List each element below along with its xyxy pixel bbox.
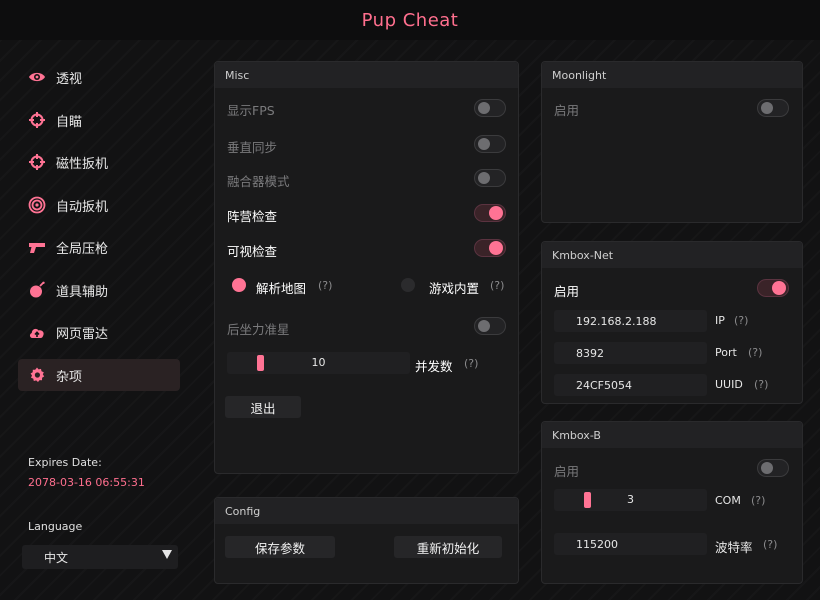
kmbox-net-enable-label: 启用 (554, 284, 580, 299)
cloud-upload-icon (28, 323, 46, 341)
config-panel: Config 保存参数 重新初始化 (214, 497, 519, 584)
help-icon[interactable]: (?) (318, 279, 332, 292)
port-label: Port (715, 346, 737, 359)
crosshair-icon (28, 111, 46, 129)
recoil-crosshair-label: 后坐力准星 (227, 322, 290, 337)
burst-value: 10 (311, 356, 326, 369)
kmbox-net-panel: Kmbox-Net 启用 IP (?) Port (?) UUID (?) (541, 241, 803, 404)
toggle-knob (761, 102, 773, 114)
toggle-knob (478, 138, 490, 150)
caret-down-icon (162, 550, 172, 559)
com-value: 3 (627, 493, 634, 506)
show-fps-toggle[interactable] (474, 99, 506, 117)
ip-label: IP (715, 314, 725, 327)
language-label: Language (28, 520, 83, 533)
expires-label: Expires Date: (28, 456, 102, 469)
moonlight-enable-label: 启用 (554, 103, 580, 118)
fuser-mode-toggle[interactable] (474, 169, 506, 187)
moonlight-panel: Moonlight 启用 (541, 61, 803, 223)
recoil-crosshair-toggle[interactable] (474, 317, 506, 335)
team-check-label: 阵营检查 (227, 209, 278, 224)
toggle-knob (478, 102, 490, 114)
toggle-knob (478, 320, 490, 332)
kmbox-b-enable-label: 启用 (554, 464, 580, 479)
misc-panel: Misc 显示FPS 垂直同步 融合器模式 阵营检查 可视检查 解析地图 (?)… (214, 61, 519, 474)
language-value: 中文 (44, 550, 69, 565)
baud-rate-field[interactable] (554, 533, 707, 555)
toggle-knob (489, 206, 503, 220)
gear-icon (28, 366, 46, 384)
sidebar-item-label: 杂项 (56, 369, 83, 385)
burst-label: 并发数 (415, 359, 453, 374)
kmbox-b-panel: Kmbox-B 启用 3 COM (?) 波特率 (?) (541, 421, 803, 584)
help-icon[interactable]: (?) (754, 378, 768, 391)
burst-slider[interactable]: 10 (227, 352, 410, 374)
panel-header: Kmbox-B (542, 422, 802, 448)
moonlight-enable-toggle[interactable] (757, 99, 789, 117)
show-fps-label: 显示FPS (227, 103, 275, 118)
help-icon[interactable]: (?) (763, 538, 777, 551)
sidebar-item-misc[interactable]: 杂项 (18, 359, 180, 391)
kmbox-b-enable-toggle[interactable] (757, 459, 789, 477)
sidebar-item-esp[interactable]: 透视 (18, 61, 180, 93)
toggle-knob (772, 281, 786, 295)
panel-header: Kmbox-Net (542, 242, 802, 268)
exit-button[interactable]: 退出 (225, 396, 301, 418)
save-config-button[interactable]: 保存参数 (225, 536, 335, 558)
reinitialize-button[interactable]: 重新初始化 (394, 536, 502, 558)
ip-field[interactable] (554, 310, 707, 332)
uuid-label: UUID (715, 378, 743, 391)
toggle-knob (761, 462, 773, 474)
toggle-knob (489, 241, 503, 255)
expires-value: 2078-03-16 06:55:31 (28, 476, 145, 489)
toggle-knob (478, 172, 490, 184)
sidebar-item-aimbot[interactable]: 自瞄 (18, 104, 180, 136)
fuser-mode-label: 融合器模式 (227, 174, 290, 189)
help-icon[interactable]: (?) (734, 314, 748, 327)
panel-header: Misc (215, 62, 518, 88)
sidebar-item-label: 网页雷达 (56, 326, 109, 342)
crosshair-icon (28, 153, 46, 171)
vsync-toggle[interactable] (474, 135, 506, 153)
help-icon[interactable]: (?) (490, 279, 504, 292)
game-builtin-label: 游戏内置 (429, 281, 480, 296)
team-check-toggle[interactable] (474, 204, 506, 222)
sidebar-item-label: 全局压枪 (56, 241, 109, 257)
help-icon[interactable]: (?) (464, 357, 478, 370)
eye-icon (28, 68, 46, 86)
sidebar-item-grenade-helper[interactable]: 道具辅助 (18, 274, 180, 306)
help-icon[interactable]: (?) (751, 494, 765, 507)
visible-check-label: 可视检查 (227, 244, 278, 259)
baud-rate-label: 波特率 (715, 540, 753, 555)
com-label: COM (715, 494, 741, 507)
panel-header: Moonlight (542, 62, 802, 88)
port-field[interactable] (554, 342, 707, 364)
bomb-icon (28, 281, 46, 299)
sidebar-item-recoil-control[interactable]: 全局压枪 (18, 231, 180, 263)
sidebar-item-label: 道具辅助 (56, 284, 109, 300)
sidebar-item-label: 磁性扳机 (56, 156, 109, 172)
target-icon (28, 196, 46, 214)
parse-map-radio[interactable] (232, 278, 246, 292)
game-builtin-radio[interactable] (401, 278, 415, 292)
com-slider[interactable]: 3 (554, 489, 707, 511)
language-select[interactable]: 中文 (22, 545, 178, 569)
sidebar-item-web-radar[interactable]: 网页雷达 (18, 316, 180, 348)
app-title: Pup Cheat (361, 9, 459, 31)
sidebar-item-auto-trigger[interactable]: 自动扳机 (18, 189, 180, 221)
parse-map-label: 解析地图 (256, 281, 307, 296)
title-bar: Pup Cheat (0, 0, 820, 40)
sidebar-item-label: 自瞄 (56, 114, 83, 130)
vsync-label: 垂直同步 (227, 140, 278, 155)
sidebar-item-magnetic-trigger[interactable]: 磁性扳机 (18, 146, 180, 178)
uuid-field[interactable] (554, 374, 707, 396)
sidebar-item-label: 自动扳机 (56, 199, 109, 215)
help-icon[interactable]: (?) (748, 346, 762, 359)
panel-header: Config (215, 498, 518, 524)
gun-icon (28, 238, 46, 256)
kmbox-net-enable-toggle[interactable] (757, 279, 789, 297)
visible-check-toggle[interactable] (474, 239, 506, 257)
sidebar-item-label: 透视 (56, 71, 83, 87)
